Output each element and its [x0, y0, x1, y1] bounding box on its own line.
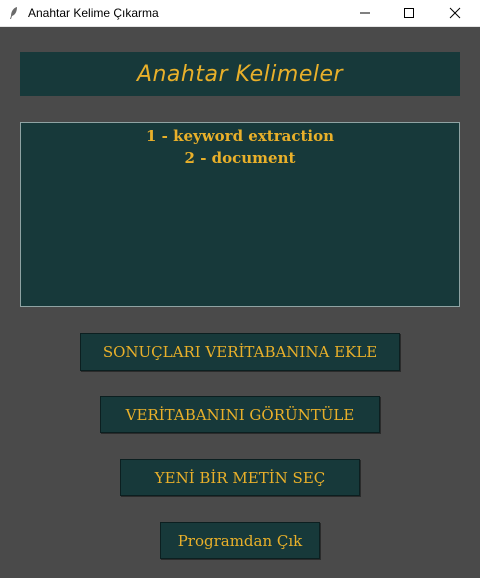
keyword-results-box[interactable]: 1 - keyword extraction 2 - document [20, 122, 460, 307]
close-icon [449, 7, 461, 19]
result-line: 2 - document [184, 149, 296, 167]
view-database-button[interactable]: VERİTABANINI GÖRÜNTÜLE [100, 396, 380, 433]
maximize-icon [404, 8, 414, 18]
window-titlebar: Anahtar Kelime Çıkarma [0, 0, 480, 27]
save-results-button[interactable]: SONUÇLARI VERİTABANINA EKLE [80, 333, 400, 371]
maximize-button[interactable] [386, 0, 432, 26]
close-button[interactable] [432, 0, 478, 26]
minimize-button[interactable] [342, 0, 388, 26]
feather-icon [8, 6, 20, 20]
select-new-text-button[interactable]: YENİ BİR METİN SEÇ [120, 459, 360, 496]
window-title: Anahtar Kelime Çıkarma [28, 6, 159, 20]
page-title: Anahtar Kelimeler [136, 61, 344, 87]
header-bar: Anahtar Kelimeler [20, 52, 460, 96]
exit-button[interactable]: Programdan Çık [160, 522, 320, 559]
result-line: 1 - keyword extraction [146, 127, 334, 145]
minimize-icon [360, 12, 370, 14]
